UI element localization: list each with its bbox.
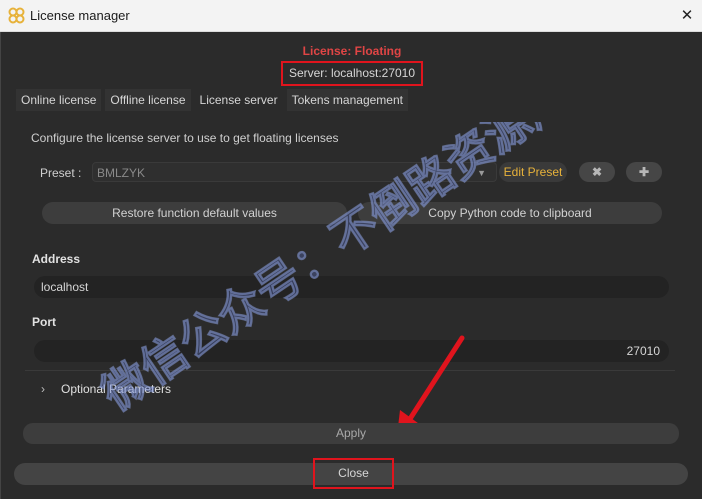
tab-online-license[interactable]: Online license bbox=[16, 89, 102, 111]
tab-license-server[interactable]: License server bbox=[194, 89, 283, 111]
restore-defaults-button[interactable]: Restore function default values bbox=[42, 202, 347, 224]
server-status-label: Server: localhost:27010 bbox=[281, 61, 423, 86]
port-input[interactable]: 27010 bbox=[34, 340, 669, 362]
address-label: Address bbox=[32, 252, 81, 266]
panel-description: Configure the license server to use to g… bbox=[31, 131, 339, 145]
remove-icon: ✖ bbox=[591, 165, 603, 179]
port-label: Port bbox=[32, 315, 56, 329]
preset-select[interactable]: BMLZYK ▼ bbox=[92, 162, 497, 182]
preset-label: Preset : bbox=[40, 166, 82, 180]
apply-button[interactable]: Apply bbox=[23, 423, 679, 444]
window-title: License manager bbox=[30, 8, 130, 23]
divider bbox=[25, 370, 675, 371]
add-icon: ✚ bbox=[638, 165, 650, 179]
tab-offline-license[interactable]: Offline license bbox=[105, 89, 191, 111]
title-bar: License manager ✕ bbox=[0, 0, 702, 32]
optional-parameters-toggle[interactable]: › Optional Parameters bbox=[41, 382, 171, 396]
window-close-icon[interactable]: ✕ bbox=[672, 0, 702, 31]
copy-python-button[interactable]: Copy Python code to clipboard bbox=[358, 202, 662, 224]
add-preset-button[interactable]: ✚ bbox=[626, 162, 662, 182]
license-type-label: License: Floating bbox=[302, 44, 402, 58]
optional-parameters-label: Optional Parameters bbox=[61, 382, 172, 396]
preset-value: BMLZYK bbox=[97, 166, 146, 180]
tab-bar: Online license Offline license License s… bbox=[16, 89, 408, 111]
chevron-down-icon: ▼ bbox=[477, 168, 486, 178]
edit-preset-button[interactable]: Edit Preset bbox=[499, 162, 567, 182]
address-input[interactable]: localhost bbox=[34, 276, 669, 298]
chevron-right-icon: › bbox=[41, 382, 45, 396]
close-button[interactable]: Close bbox=[313, 458, 394, 489]
remove-preset-button[interactable]: ✖ bbox=[579, 162, 615, 182]
app-logo-icon bbox=[8, 7, 25, 24]
tab-tokens-management[interactable]: Tokens management bbox=[286, 89, 408, 111]
